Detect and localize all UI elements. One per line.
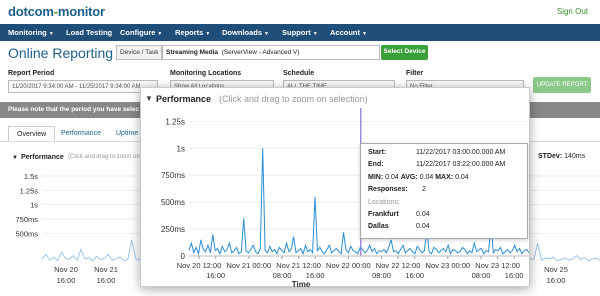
nav-load-testing[interactable]: Load Testing — [66, 28, 112, 37]
x-tick-label: 16:00 — [405, 271, 424, 280]
x-tick-label: Nov 25 — [544, 265, 568, 274]
y-tick-label: 500ms — [15, 229, 38, 238]
chevron-down-icon: ▼ — [48, 31, 54, 37]
x-axis-label: Time — [292, 280, 311, 288]
y-tick-label: 1s — [177, 144, 185, 153]
chevron-down-icon: ▼ — [12, 155, 18, 161]
x-tick-label: Nov 20 12:00 — [177, 261, 222, 270]
x-tick-label: Nov 20 — [54, 265, 78, 274]
tab-performance[interactable]: Performance — [53, 126, 109, 142]
nav-downloads[interactable]: Downloads ▼ — [222, 28, 269, 37]
x-tick-label: Nov 22 00:00 — [326, 261, 371, 270]
tooltip-end-label: End: — [368, 161, 384, 168]
tooltip-end-value: 11/22/2017 03:22:00.000 AM — [416, 161, 506, 168]
nav-monitoring[interactable]: Monitoring ▼ — [8, 28, 54, 37]
y-tick-label: 0 — [181, 252, 186, 261]
chart-tooltip: Start: 11/22/2017 03:00:00.000 AM End: 1… — [360, 143, 528, 239]
chevron-down-icon: ▼ — [264, 31, 269, 37]
stdev-readout: STDev: 140ms — [538, 153, 586, 160]
tooltip-start-label: Start: — [368, 149, 387, 156]
main-nav: Monitoring ▼ Load Testing Configure ▼ Repo… — [0, 24, 600, 41]
tooltip-locations-label: Locations: — [368, 199, 400, 206]
chevron-down-icon: ▼ — [205, 31, 211, 37]
select-device-button[interactable]: Select Device — [381, 45, 428, 60]
x-tick-label: Nov 23 12:00 — [475, 261, 520, 270]
x-tick-label: Nov 22 12:00 — [376, 261, 421, 270]
x-tick-label: 08:00 — [273, 271, 292, 280]
popup-title: Performance — [156, 94, 212, 104]
chevron-down-icon: ▼ — [362, 31, 367, 37]
tooltip-location-name: Dallas — [368, 223, 389, 230]
y-tick-label: 1.25s — [20, 186, 39, 195]
nav-configure[interactable]: Configure ▼ — [120, 28, 162, 37]
tooltip-location-name: Frankfurt — [368, 211, 399, 218]
report-period-input[interactable]: 11/20/2017 9:34:00 AM - 11/25/2017 9:34:… — [8, 80, 158, 93]
tooltip-responses-label: Responses: — [368, 186, 408, 193]
tab-overview[interactable]: Overview — [8, 126, 56, 142]
bg-performance-title: ▼ Performance — [12, 154, 64, 161]
report-period-label: Report Period — [8, 70, 55, 77]
y-tick-label: 750ms — [161, 171, 185, 180]
sign-out-link[interactable]: Sign Out — [557, 7, 588, 16]
tooltip-start-value: 11/22/2017 03:00:00.000 AM — [416, 149, 506, 156]
x-tick-label: 16:00 — [206, 271, 225, 280]
top-header: dotcom-monitor Sign Out — [0, 0, 600, 24]
tooltip-location-value: 0.04 — [416, 211, 430, 218]
x-tick-label: 16:00 — [547, 276, 566, 285]
y-tick-label: 500ms — [161, 198, 185, 207]
popup-subtitle: (Click and drag to zoom on selection) — [219, 94, 368, 104]
x-tick-label: 16:00 — [57, 276, 76, 285]
x-tick-label: Nov 23 00:00 — [426, 261, 471, 270]
chevron-down-icon: ▼ — [157, 31, 163, 37]
device-task-label: Device / Task — [116, 45, 162, 60]
update-report-button[interactable]: UPDATE REPORT — [533, 77, 591, 93]
x-tick-label: 16:00 — [97, 276, 116, 285]
y-tick-label: 1.25s — [165, 117, 185, 126]
tooltip-location-value: 0.04 — [416, 223, 430, 230]
y-tick-label: 1.5s — [24, 172, 38, 181]
x-tick-label: 08:00 — [372, 271, 391, 280]
y-tick-label: 750ms — [15, 215, 38, 224]
device-task-field[interactable]: Streaming Media (ServerView - Advanced V… — [162, 45, 380, 60]
dotcom-monitor-logo[interactable]: dotcom-monitor — [8, 4, 105, 19]
x-tick-label: 08:00 — [472, 271, 491, 280]
chevron-down-icon: ▼ — [312, 31, 318, 37]
page-title: Online Reporting — [8, 45, 114, 61]
tooltip-stats: MIN: 0.04 AVG: 0.04 MAX: 0.04 — [368, 174, 469, 181]
schedule-label: Schedule — [283, 70, 315, 77]
tooltip-responses-value: 2 — [422, 186, 426, 193]
chevron-down-icon[interactable]: ▼ — [145, 94, 153, 103]
nav-reports[interactable]: Reports ▼ — [175, 28, 210, 37]
x-tick-label: Nov 21 00:00 — [227, 261, 272, 270]
monitoring-locations-label: Monitoring Locations — [170, 70, 242, 77]
nav-support[interactable]: Support ▼ — [282, 28, 318, 37]
x-tick-label: 16:00 — [306, 271, 325, 280]
x-tick-label: Nov 21 — [94, 265, 118, 274]
filter-label: Filter — [406, 70, 424, 77]
nav-account[interactable]: Account ▼ — [330, 28, 367, 37]
x-tick-label: Nov 21 12:00 — [276, 261, 321, 270]
y-tick-label: 250ms — [161, 225, 185, 234]
x-tick-label: 16:00 — [505, 271, 524, 280]
y-tick-label: 1s — [30, 201, 38, 210]
